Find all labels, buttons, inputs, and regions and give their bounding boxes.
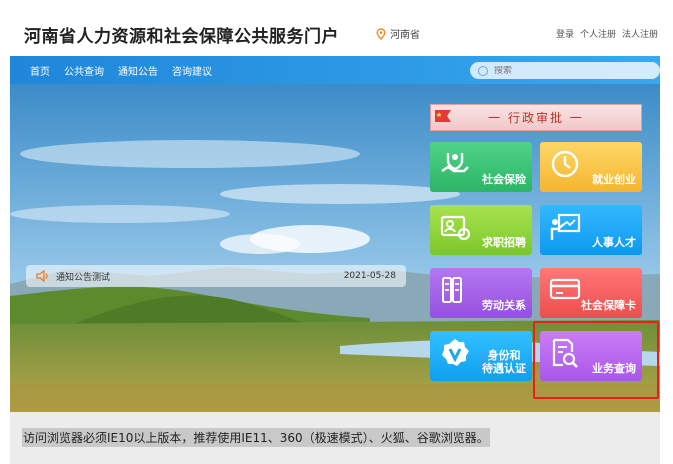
corporate-register-link[interactable]: 法人注册 (622, 27, 658, 40)
flag-icon (435, 110, 451, 122)
search-input[interactable] (494, 65, 644, 76)
notice-date: 2021-05-28 (343, 271, 396, 281)
browser-notice-caption: 访问浏览器必须IE10以上版本，推荐使用IE11、360（极速模式）、火狐、谷歌… (10, 412, 660, 464)
id-card-icon (440, 215, 471, 241)
portal-window: 河南省人力资源和社会保障公共服务门户 河南省 登录 个人注册 法人注册 首页 公… (10, 10, 660, 412)
top-header: 河南省人力资源和社会保障公共服务门户 河南省 登录 个人注册 法人注册 (10, 10, 660, 56)
nav-public-query[interactable]: 公共查询 (64, 63, 104, 78)
tile-label: 劳动关系 (482, 299, 526, 312)
tile-job-seeking[interactable]: 求职招聘 (430, 205, 532, 255)
location-pin-icon (376, 27, 386, 40)
tile-label-line2: 待遇认证 (482, 362, 526, 375)
tile-social-insurance[interactable]: 社会保险 (430, 142, 532, 192)
speaker-icon (36, 270, 48, 282)
location-label: 河南省 (390, 30, 420, 41)
user-links: 登录 个人注册 法人注册 (556, 27, 658, 40)
nav-notices[interactable]: 通知公告 (118, 63, 158, 78)
search-icon (478, 65, 488, 76)
search-box[interactable] (470, 62, 660, 79)
presenter-icon (550, 213, 581, 240)
tile-social-security-card[interactable]: 社会保障卡 (540, 268, 642, 318)
notice-title[interactable]: 通知公告测试 (56, 270, 344, 283)
tile-employment[interactable]: 就业创业 (540, 142, 642, 192)
tile-label: 社会保障卡 (581, 299, 636, 312)
hand-shield-icon (441, 153, 469, 173)
tile-label: 人事人才 (592, 236, 636, 249)
tile-labor-relations[interactable]: 劳动关系 (430, 268, 532, 318)
nav-home[interactable]: 首页 (30, 63, 50, 78)
nav-consultation[interactable]: 咨询建议 (172, 63, 212, 78)
tile-label: 社会保险 (482, 173, 526, 186)
notice-bar[interactable]: 通知公告测试 2021-05-28 (26, 265, 406, 287)
main-nav: 首页 公共查询 通知公告 咨询建议 (10, 56, 660, 84)
site-title: 河南省人力资源和社会保障公共服务门户 (24, 27, 339, 47)
tile-label: 求职招聘 (482, 236, 526, 249)
tile-label-line1: 身份和 (487, 349, 521, 362)
banner: 通知公告测试 2021-05-28 一 行政审批 一 社会保险 就业创业 求职招… (10, 84, 660, 412)
tile-human-resources[interactable]: 人事人才 (540, 205, 642, 255)
building-icon (442, 277, 462, 303)
tile-label: 就业创业 (592, 173, 636, 186)
card-icon (549, 278, 581, 300)
tile-identity-verification[interactable]: 身份和 待遇认证 (430, 331, 532, 381)
verified-badge-icon (442, 339, 469, 366)
highlight-box (533, 321, 659, 399)
caption-text: 访问浏览器必须IE10以上版本，推荐使用IE11、360（极速模式）、火狐、谷歌… (22, 428, 490, 447)
clock-icon (551, 150, 579, 178)
personal-register-link[interactable]: 个人注册 (580, 27, 616, 40)
approval-label: 一 行政审批 一 (488, 111, 584, 125)
tile-label: 身份和 待遇认证 (482, 349, 526, 375)
login-link[interactable]: 登录 (556, 27, 574, 40)
location-selector[interactable]: 河南省 (375, 26, 420, 41)
administrative-approval-banner[interactable]: 一 行政审批 一 (430, 104, 642, 131)
